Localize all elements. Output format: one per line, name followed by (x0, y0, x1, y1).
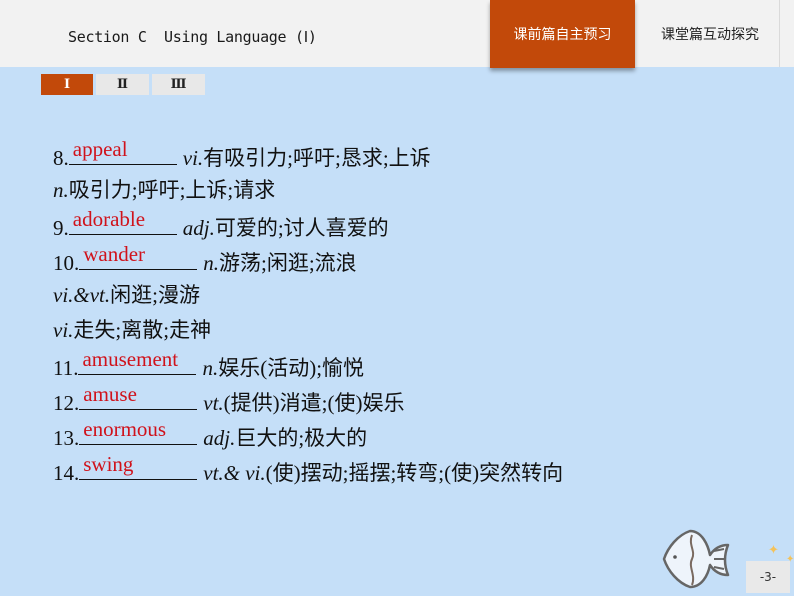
header-divider (779, 0, 780, 67)
answer-text: adorable (72, 207, 146, 231)
subtab-3[interactable]: Ⅲ (152, 74, 205, 95)
answer-blank: appeal (68, 137, 177, 165)
answer-blank: wander (79, 242, 198, 270)
meaning: 走失;离散;走神 (73, 318, 212, 342)
vocab-entry: n.吸引力;呼吁;上诉;请求 (53, 173, 563, 208)
part-of-speech: vt.& vi. (203, 461, 266, 485)
vocab-entry: 12. amuse vt.(提供)消遣;(使)娱乐 (53, 383, 563, 418)
page-number: -3- (746, 561, 790, 593)
vocab-entry: 11. amusement n.娱乐(活动);愉悦 (53, 348, 563, 383)
answer-blank: adorable (68, 207, 177, 235)
answer-text: wander (83, 242, 146, 266)
entry-number: 14. (53, 461, 80, 485)
part-of-speech: n. (53, 178, 69, 202)
vocab-entry: 8. appeal vi.有吸引力;呼吁;恳求;上诉 (53, 138, 563, 173)
subtab-2[interactable]: Ⅱ (96, 74, 149, 95)
part-of-speech: n. (203, 251, 219, 275)
entry-number: 10. (53, 251, 80, 275)
answer-text: swing (83, 452, 134, 476)
entry-number: 12. (53, 391, 80, 415)
part-of-speech: vi. (182, 146, 204, 170)
vocab-entry: vi.&vt.闲逛;漫游 (53, 278, 563, 313)
vocab-entry: 10. wander n.游荡;闲逛;流浪 (53, 243, 563, 278)
tab-preview[interactable]: 课前篇自主预习 (490, 0, 635, 68)
part-of-speech: vt. (203, 391, 224, 415)
meaning: 吸引力;呼吁;上诉;请求 (68, 178, 276, 202)
part-of-speech: adj. (182, 216, 215, 240)
subtab-bar: Ⅰ Ⅱ Ⅲ (41, 74, 205, 95)
meaning: 游荡;闲逛;流浪 (219, 251, 357, 275)
page-title: Section C Using Language (Ⅰ) (68, 28, 317, 46)
star-icon: ✦ (768, 542, 779, 557)
entry-number: 13. (53, 426, 80, 450)
vocab-entry: 13. enormous adj.巨大的;极大的 (53, 418, 563, 453)
answer-text: enormous (83, 417, 167, 441)
meaning: (提供)消遣;(使)娱乐 (223, 391, 405, 415)
meaning: 娱乐(活动);愉悦 (218, 356, 365, 380)
entry-number: 11. (53, 356, 79, 380)
vocab-list: 8. appeal vi.有吸引力;呼吁;恳求;上诉 n.吸引力;呼吁;上诉;请求 … (53, 138, 563, 488)
entry-number: 9. (53, 216, 69, 240)
part-of-speech: n. (202, 356, 219, 380)
fish-icon (662, 529, 730, 589)
part-of-speech: vi. (53, 318, 74, 342)
answer-blank: amuse (79, 382, 198, 410)
meaning: 可爱的;讨人喜爱的 (214, 216, 389, 240)
header: Section C Using Language (Ⅰ) 课前篇自主预习 课堂篇… (0, 0, 794, 68)
meaning: 有吸引力;呼吁;恳求;上诉 (203, 146, 431, 170)
tab-interactive[interactable]: 课堂篇互动探究 (640, 0, 780, 67)
part-of-speech: vi.&vt. (53, 283, 111, 307)
meaning: 闲逛;漫游 (110, 283, 200, 307)
answer-blank: enormous (79, 417, 198, 445)
subtab-1[interactable]: Ⅰ (41, 74, 93, 95)
answer-text: amusement (82, 347, 179, 371)
vocab-entry: vi.走失;离散;走神 (53, 313, 563, 348)
answer-blank: amusement (78, 347, 197, 375)
answer-blank: swing (79, 452, 198, 480)
vocab-entry: 9. adorable adj.可爱的;讨人喜爱的 (53, 208, 563, 243)
meaning: 巨大的;极大的 (235, 426, 368, 450)
vocab-entry: 14. swing vt.& vi.(使)摆动;摇摆;转弯;(使)突然转向 (53, 453, 563, 488)
part-of-speech: adj. (203, 426, 236, 450)
answer-text: amuse (83, 382, 137, 406)
meaning: (使)摆动;摇摆;转弯;(使)突然转向 (265, 461, 564, 485)
answer-text: appeal (72, 137, 128, 161)
entry-number: 8. (53, 146, 69, 170)
